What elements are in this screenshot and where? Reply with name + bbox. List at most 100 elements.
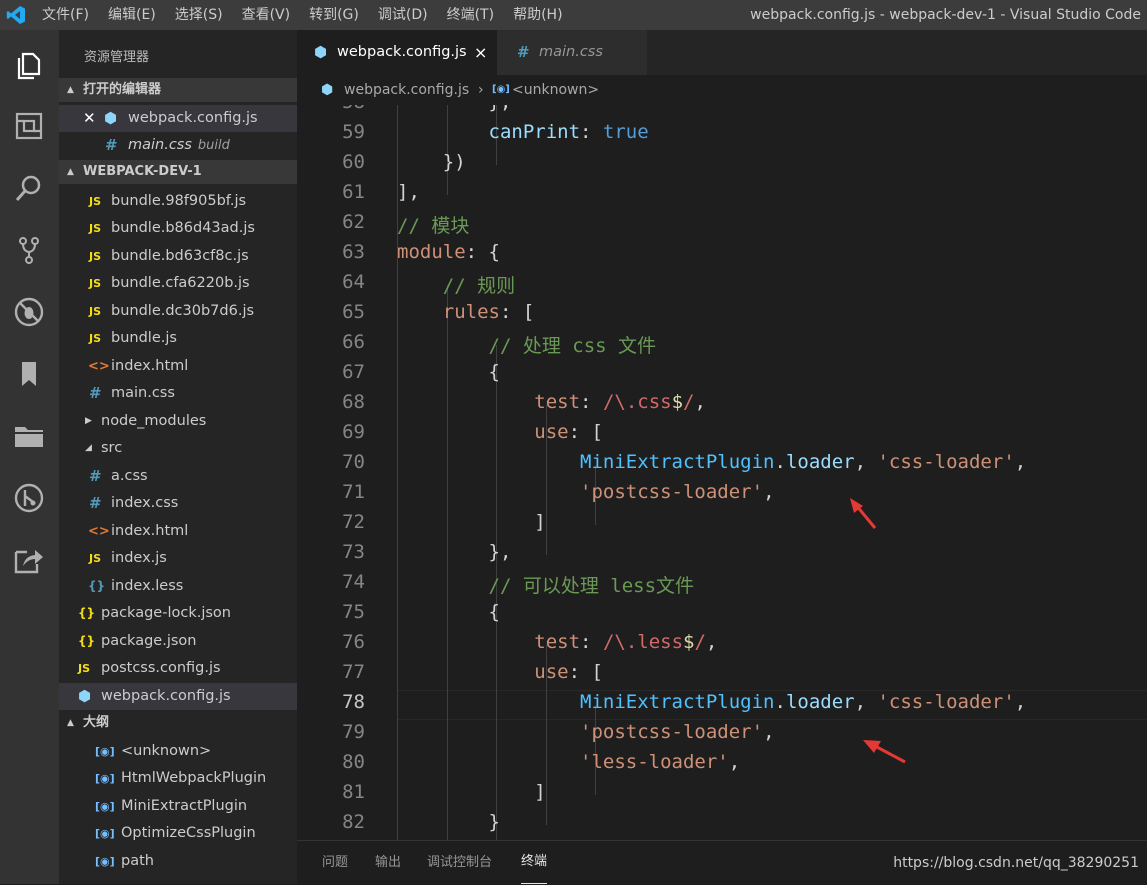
json-icon: {}	[78, 606, 96, 620]
menu-go[interactable]: 转到(G)	[309, 0, 359, 30]
window-title: webpack.config.js - webpack-dev-1 - Visu…	[750, 7, 1141, 23]
js-icon: JS	[89, 277, 102, 290]
debug-icon[interactable]	[10, 293, 48, 331]
explorer-icon[interactable]	[10, 46, 48, 84]
file-item[interactable]: <> index.html	[59, 518, 297, 545]
file-item[interactable]: JS bundle.b86d43ad.js	[59, 215, 297, 242]
breadcrumb-file[interactable]: webpack.config.js	[344, 75, 469, 105]
tab-webpack-config[interactable]: ⬢ webpack.config.js ×	[297, 30, 497, 75]
css-icon: #	[89, 384, 102, 402]
menu-bar: 文件(F) 编辑(E) 选择(S) 查看(V) 转到(G) 调试(D) 终端(T…	[42, 0, 582, 30]
code-line: // 处理 css 文件	[488, 335, 657, 357]
outline-item[interactable]: [◉] MiniExtractPlugin	[59, 793, 297, 820]
annotation-arrow-icon	[850, 498, 877, 529]
line-number: 66	[342, 331, 365, 353]
tab-main-css[interactable]: # main.css	[497, 30, 647, 75]
menu-terminal[interactable]: 终端(T)	[447, 0, 494, 30]
line-number: 80	[342, 751, 365, 773]
live-share-icon[interactable]	[10, 541, 48, 579]
file-item[interactable]: {} index.less	[59, 573, 297, 600]
file-item[interactable]: JS bundle.bd63cf8c.js	[59, 243, 297, 270]
title-bar: 文件(F) 编辑(E) 选择(S) 查看(V) 转到(G) 调试(D) 终端(T…	[0, 0, 1147, 30]
source-control-icon[interactable]	[10, 231, 48, 269]
file-item[interactable]: <> index.html	[59, 353, 297, 380]
file-item[interactable]: # a.css	[59, 463, 297, 490]
panel-tab-terminal[interactable]: 终端	[521, 841, 548, 884]
line-number: 70	[342, 451, 365, 473]
code-line: })	[397, 151, 466, 173]
folder-item[interactable]: ▶ node_modules	[59, 408, 297, 435]
code-line: 'postcss-loader',	[580, 721, 775, 743]
menu-view[interactable]: 查看(V)	[242, 0, 291, 30]
file-item[interactable]: JS bundle.cfa6220b.js	[59, 270, 297, 297]
activity-bar	[0, 30, 59, 884]
menu-debug[interactable]: 调试(D)	[378, 0, 428, 30]
code-line: test: /\.css$/,	[534, 391, 706, 413]
chevron-down-icon: ▲	[67, 167, 74, 177]
less-icon: {}	[88, 579, 106, 593]
js-icon: JS	[89, 332, 102, 345]
code-line: },	[397, 541, 512, 563]
menu-selection[interactable]: 选择(S)	[175, 0, 223, 30]
symbol-variable-icon: [◉]	[95, 800, 115, 813]
project-manager-folder-icon[interactable]	[10, 417, 48, 455]
code-line: module: {	[397, 241, 500, 263]
file-item[interactable]: # main.css	[59, 380, 297, 407]
git-graph-icon[interactable]	[10, 479, 48, 517]
js-icon: JS	[78, 662, 91, 675]
menu-help[interactable]: 帮助(H)	[513, 0, 562, 30]
folder-item[interactable]: ◢ src	[59, 435, 297, 462]
css-icon: #	[517, 43, 530, 61]
menu-file[interactable]: 文件(F)	[42, 0, 89, 30]
outline-header[interactable]: ▲ 大纲	[59, 711, 297, 735]
project-header[interactable]: ▲ WEBPACK-DEV-1	[59, 160, 297, 184]
breadcrumb-separator: ›	[478, 82, 484, 98]
code-line: 'postcss-loader',	[580, 481, 775, 503]
line-number: 75	[342, 601, 365, 623]
file-item[interactable]: JS bundle.dc30b7d6.js	[59, 298, 297, 325]
indent-guide	[447, 105, 448, 195]
panel-tab-debug-console[interactable]: 调试控制台	[427, 841, 492, 885]
panel-tab-problems[interactable]: 问题	[322, 841, 348, 885]
line-number: 69	[342, 421, 365, 443]
chevron-down-icon: ◢	[85, 443, 92, 453]
breadcrumb-symbol[interactable]: <unknown>	[512, 75, 599, 105]
file-item[interactable]: ⬢ webpack.config.js	[59, 683, 297, 710]
menu-edit[interactable]: 编辑(E)	[108, 0, 156, 30]
line-number: 77	[342, 661, 365, 683]
outline-item[interactable]: [◉] HtmlWebpackPlugin	[59, 765, 297, 792]
open-editor-item-main-css[interactable]: # main.css build	[59, 132, 297, 159]
file-item[interactable]: JS postcss.config.js	[59, 655, 297, 682]
close-icon[interactable]: ✕	[83, 105, 96, 132]
file-item[interactable]: JS index.js	[59, 545, 297, 572]
line-number: 63	[342, 241, 365, 263]
file-item[interactable]: {} package.json	[59, 628, 297, 655]
code-editor[interactable]: 58 59 60 61 62 63 64 65 66 67 68 69 70 71 72 73 74 75 76 77…	[297, 105, 1147, 840]
line-number: 82	[342, 811, 365, 833]
file-item[interactable]: {} package-lock.json	[59, 600, 297, 627]
line-number: 72	[342, 511, 365, 533]
line-number: 62	[342, 211, 365, 233]
extensions-box-icon[interactable]	[10, 107, 48, 145]
code-line: ]	[397, 511, 546, 533]
code-line: use: [	[534, 661, 603, 683]
sidebar-title: 资源管理器	[84, 50, 150, 65]
code-line: {	[397, 601, 500, 623]
file-item[interactable]: JS bundle.js	[59, 325, 297, 352]
outline-item[interactable]: [◉] path	[59, 848, 297, 875]
js-icon: JS	[89, 250, 102, 263]
file-item[interactable]: # index.css	[59, 490, 297, 517]
file-item[interactable]: JS bundle.98f905bf.js	[59, 188, 297, 215]
open-editor-item-webpack-config[interactable]: ✕ ⬢ webpack.config.js	[59, 105, 297, 132]
close-tab-icon[interactable]: ×	[474, 30, 487, 75]
open-editors-header[interactable]: ▲ 打开的编辑器	[59, 78, 297, 102]
search-icon[interactable]	[10, 169, 48, 207]
code-line: rules: [	[442, 301, 535, 323]
bookmark-icon[interactable]	[10, 355, 48, 393]
outline-item[interactable]: [◉] <unknown>	[59, 738, 297, 765]
outline-item[interactable]: [◉] OptimizeCssPlugin	[59, 820, 297, 847]
line-number: 61	[342, 181, 365, 203]
js-icon: JS	[89, 552, 102, 565]
panel-tab-output[interactable]: 输出	[375, 841, 401, 885]
symbol-variable-icon: [◉]	[95, 827, 115, 840]
